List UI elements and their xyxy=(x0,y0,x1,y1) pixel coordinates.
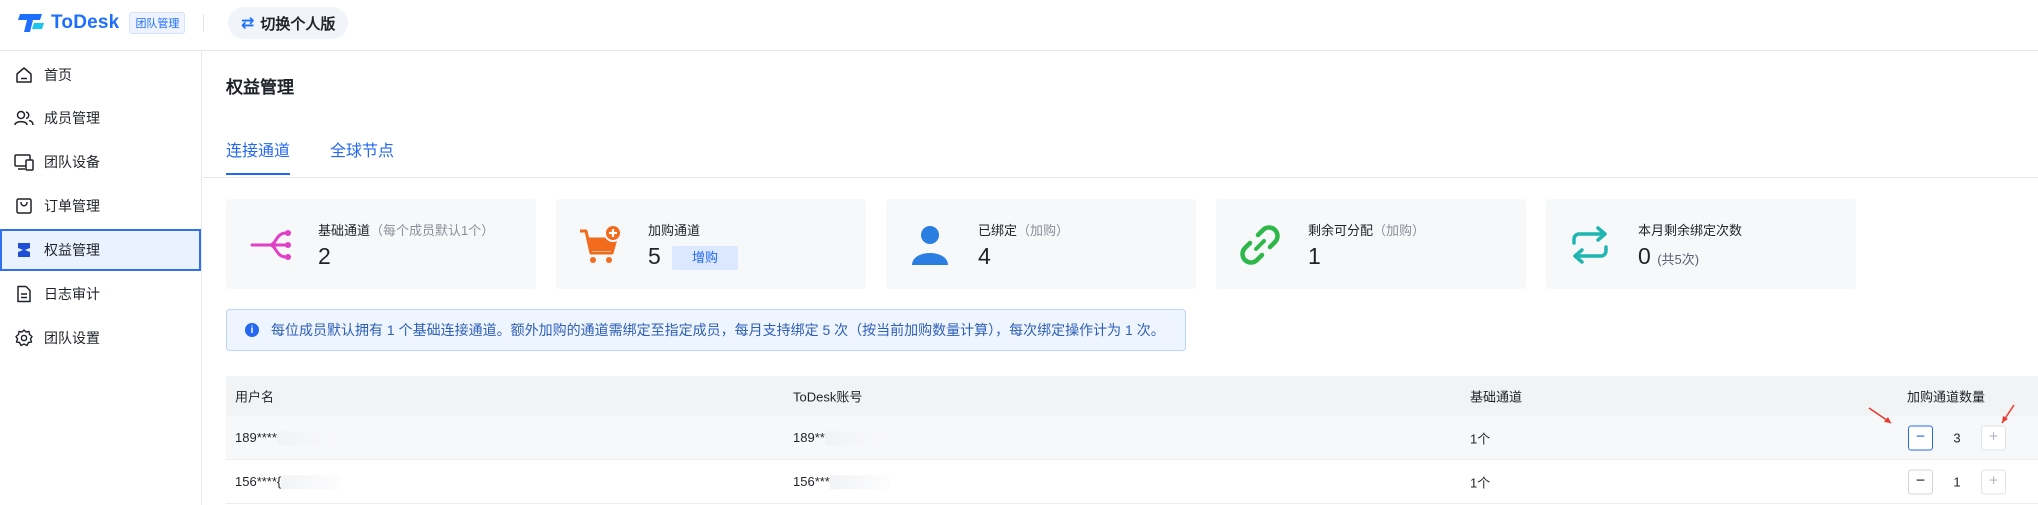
card-value: 4 xyxy=(978,243,991,269)
notice-text: 每位成员默认拥有 1 个基础连接通道。额外加购的通道需绑定至指定成员，每月支持绑… xyxy=(271,322,1165,338)
switch-personal-button[interactable]: ⇄ 切换个人版 xyxy=(228,7,349,39)
column-header-base-channel: 基础通道 xyxy=(1470,389,1523,405)
card-label: 加购通道 xyxy=(648,223,701,238)
card-label: 剩余可分配（加购） xyxy=(1308,223,1426,238)
users-icon xyxy=(14,108,34,128)
benefit-icon xyxy=(14,240,34,260)
stat-card-remaining: 剩余可分配（加购） 1 xyxy=(1216,199,1526,289)
cart-add-icon xyxy=(580,224,622,263)
bag-icon xyxy=(14,196,34,216)
buy-more-button[interactable]: 增购 xyxy=(672,246,738,270)
swap-arrows-icon: ⇄ xyxy=(241,15,255,32)
repeat-icon xyxy=(1572,226,1608,264)
column-header-username: 用户名 xyxy=(235,389,275,405)
annotation-arrow-left xyxy=(1868,407,1892,424)
person-icon xyxy=(912,226,948,265)
card-label: 基础通道（每个成员默认1个） xyxy=(318,223,495,238)
sidebar-item-label: 权益管理 xyxy=(44,242,100,258)
stat-card-monthly-binds: 本月剩余绑定次数 0 (共5次) xyxy=(1546,199,1856,289)
team-badge: 团队管理 xyxy=(129,12,186,34)
channel-branch-icon xyxy=(250,230,291,260)
info-notice: i 每位成员默认拥有 1 个基础连接通道。额外加购的通道需绑定至指定成员，每月支… xyxy=(226,309,1186,351)
card-sub: (共5次) xyxy=(1657,252,1700,267)
card-value: 0 (共5次) xyxy=(1638,243,1700,269)
sidebar-item-label: 首页 xyxy=(44,67,72,83)
sidebar-item-benefits[interactable]: 权益管理 xyxy=(0,229,201,271)
decrease-button[interactable]: − xyxy=(1908,469,1933,494)
sidebar-item-label: 成员管理 xyxy=(44,110,100,126)
sidebar-item-label: 日志审计 xyxy=(44,286,100,302)
card-note: （每个成员默认1个） xyxy=(370,223,495,238)
extra-count-value: 3 xyxy=(1953,430,1961,445)
card-note: （加购） xyxy=(1017,223,1070,238)
sidebar-item-label: 订单管理 xyxy=(44,198,100,214)
sidebar-item-orders[interactable]: 订单管理 xyxy=(0,185,201,227)
card-value: 5 xyxy=(648,243,661,269)
column-header-extra-count: 加购通道数量 xyxy=(1907,389,1986,405)
stat-card-base-channel: 基础通道（每个成员默认1个） 2 xyxy=(226,199,536,289)
devices-icon xyxy=(14,152,34,172)
sidebar-item-members[interactable]: 成员管理 xyxy=(0,97,201,139)
divider xyxy=(203,14,204,32)
card-value: 2 xyxy=(318,243,331,269)
card-value: 1 xyxy=(1308,243,1321,269)
table-row: 189**** 189** 1个 − 3 + xyxy=(226,416,2038,460)
extra-channel-stepper: − 1 + xyxy=(1908,469,2006,494)
sidebar-item-devices[interactable]: 团队设备 xyxy=(0,141,201,183)
card-label: 已绑定（加购） xyxy=(978,223,1070,238)
base-channel-cell: 1个 xyxy=(1470,431,1491,446)
username-cell: 156****{ xyxy=(235,474,342,490)
tabs-divider xyxy=(203,177,2038,178)
table-header: 用户名 ToDesk账号 基础通道 加购通道数量 xyxy=(226,376,2038,416)
tab-global-nodes[interactable]: 全球节点 xyxy=(330,137,394,161)
logo-text: ToDesk xyxy=(51,12,120,33)
sidebar: 首页 成员管理 团队设备 订单管理 权益管理 日志审计 团队设置 xyxy=(0,51,202,505)
page-title: 权益管理 xyxy=(226,78,294,97)
sidebar-item-label: 团队设置 xyxy=(44,330,100,346)
info-icon: i xyxy=(245,323,259,337)
stat-card-extra-channel: 加购通道 5 增购 xyxy=(556,199,866,289)
sidebar-item-audit-log[interactable]: 日志审计 xyxy=(0,273,201,315)
account-cell: 189** xyxy=(793,430,885,446)
home-icon xyxy=(14,65,34,85)
sidebar-item-team-settings[interactable]: 团队设置 xyxy=(0,317,201,359)
card-note: （加购） xyxy=(1373,223,1426,238)
decrease-button[interactable]: − xyxy=(1908,425,1933,450)
logo[interactable]: ToDesk 团队管理 xyxy=(18,11,186,35)
table-row: 156****{ 156*** 1个 − 1 + xyxy=(226,460,2038,504)
main-content: 权益管理 连接通道 全球节点 基础通道（每个成员默认1个） 2 加购通道 5 增… xyxy=(203,51,2038,505)
card-label: 本月剩余绑定次数 xyxy=(1638,223,1743,238)
gear-icon xyxy=(14,328,34,348)
account-cell: 156*** xyxy=(793,474,890,490)
sidebar-item-home[interactable]: 首页 xyxy=(0,54,201,96)
top-bar: ToDesk 团队管理 ⇄ 切换个人版 xyxy=(0,0,2038,51)
extra-count-value: 1 xyxy=(1953,474,1961,489)
stat-card-bound: 已绑定（加购） 4 xyxy=(886,199,1196,289)
document-icon xyxy=(14,284,34,304)
increase-button[interactable]: + xyxy=(1981,469,2006,494)
tab-connection-channel[interactable]: 连接通道 xyxy=(226,137,291,175)
annotation-arrow-right xyxy=(2001,404,2015,424)
base-channel-cell: 1个 xyxy=(1470,475,1491,490)
column-header-account: ToDesk账号 xyxy=(793,389,863,405)
todesk-logo-icon xyxy=(18,14,44,32)
switch-label: 切换个人版 xyxy=(260,15,336,33)
username-cell: 189**** xyxy=(235,430,337,446)
extra-channel-stepper: − 3 + xyxy=(1908,425,2006,450)
link-icon xyxy=(1240,225,1280,265)
increase-button[interactable]: + xyxy=(1981,425,2006,450)
sidebar-item-label: 团队设备 xyxy=(44,154,100,170)
